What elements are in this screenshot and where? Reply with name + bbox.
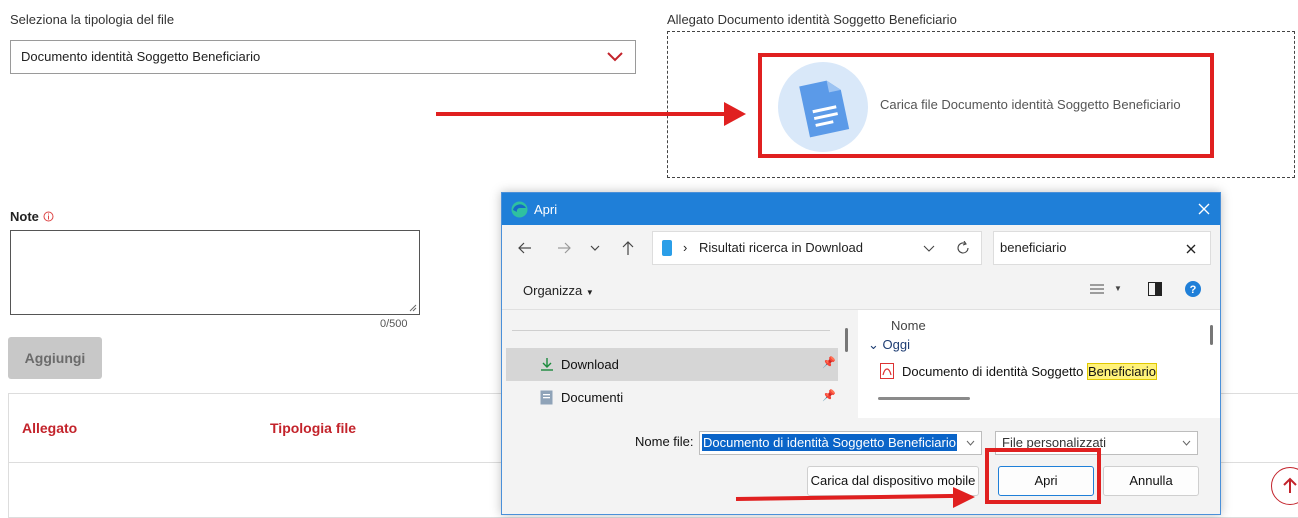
filename-label: Nome file:	[635, 434, 694, 449]
file-type-value: Documento identità Soggetto Beneficiario	[21, 49, 261, 64]
group-today-label: Oggi	[882, 337, 910, 352]
file-list-pane: Nome ⌄ Oggi Documento di identità Sogget…	[858, 310, 1220, 418]
open-file-dialog: Apri › Risultati ricerca in Download ben…	[501, 192, 1221, 515]
search-input[interactable]: beneficiario	[993, 231, 1211, 265]
clear-search-icon[interactable]	[1186, 244, 1196, 254]
upload-text[interactable]: Carica file Documento identità Soggetto …	[880, 97, 1181, 112]
view-list-icon[interactable]	[1090, 283, 1104, 295]
column-attachment: Allegato	[22, 420, 78, 436]
annotation-highlight-box	[985, 448, 1101, 504]
column-file-type: Tipologia file	[270, 420, 357, 436]
chevron-down-icon	[1182, 440, 1191, 446]
nav-scrollbar[interactable]	[845, 328, 848, 352]
organize-menu[interactable]: Organizza ▼	[523, 283, 594, 298]
refresh-icon[interactable]	[956, 241, 970, 255]
forward-icon[interactable]	[557, 241, 571, 255]
pin-icon: 📌	[822, 390, 836, 402]
dialog-navbar: › Risultati ricerca in Download benefici…	[502, 225, 1220, 270]
column-name-header[interactable]: Nome	[891, 318, 926, 333]
chevron-down-icon[interactable]	[923, 244, 935, 254]
preview-pane-icon[interactable]	[1148, 282, 1162, 296]
chevron-down-icon	[607, 52, 623, 62]
sidebar-item-label: Download	[561, 357, 619, 372]
arrow-up-icon	[1283, 477, 1297, 493]
recent-chevron-icon[interactable]	[590, 243, 600, 253]
note-label: Note	[10, 209, 54, 224]
sidebar-item-documents[interactable]: Documenti 📌	[506, 383, 838, 413]
address-bar[interactable]: › Risultati ricerca in Download	[652, 231, 982, 265]
annotation-arrowhead	[724, 102, 746, 126]
svg-text:?: ?	[1190, 284, 1197, 296]
back-icon[interactable]	[518, 241, 532, 255]
file-name: Documento di identità Soggetto Beneficia…	[902, 363, 1157, 380]
search-match-highlight: Beneficiario	[1087, 363, 1157, 380]
add-button[interactable]: Aggiungi	[8, 337, 102, 379]
file-item[interactable]: Documento di identità Soggetto Beneficia…	[878, 361, 1158, 383]
path-separator: ›	[683, 240, 688, 255]
download-icon	[541, 358, 553, 371]
file-type-select[interactable]: Documento identità Soggetto Beneficiario	[10, 40, 636, 74]
view-options-caret-icon[interactable]: ▼	[1114, 284, 1122, 293]
document-icon	[799, 80, 850, 138]
cancel-button[interactable]: Annulla	[1103, 466, 1199, 496]
address-path: Risultati ricerca in Download	[699, 240, 864, 255]
pin-icon: 📌	[822, 357, 836, 369]
attachment-label: Allegato Documento identità Soggetto Ben…	[667, 12, 957, 27]
dialog-commandbar: Organizza ▼ ▼ ?	[502, 270, 1220, 310]
pdf-icon	[880, 363, 894, 379]
documents-icon	[540, 390, 553, 405]
dialog-footer: Nome file: Documento di identità Soggett…	[502, 418, 1220, 514]
resize-handle-icon[interactable]	[409, 304, 417, 312]
navigation-pane: Download 📌 Documenti 📌	[502, 310, 858, 418]
annotation-arrow	[436, 112, 728, 116]
nav-separator	[512, 330, 830, 331]
file-name-prefix: Documento di identità Soggetto	[902, 364, 1088, 379]
dialog-title: Apri	[534, 202, 558, 217]
note-textarea[interactable]	[10, 230, 420, 315]
sidebar-item-label: Documenti	[561, 390, 624, 405]
up-icon[interactable]	[621, 240, 635, 256]
horizontal-scrollbar[interactable]	[878, 397, 970, 400]
organize-label: Organizza	[523, 283, 583, 298]
annotation-arrowhead	[953, 487, 975, 508]
note-label-text: Note	[10, 209, 39, 224]
filename-input[interactable]: Documento di identità Soggetto Beneficia…	[699, 431, 982, 455]
sidebar-item-download[interactable]: Download 📌	[506, 348, 838, 381]
filename-value: Documento di identità Soggetto Beneficia…	[702, 434, 957, 451]
close-icon[interactable]	[1198, 203, 1210, 215]
chevron-down-icon[interactable]	[966, 440, 975, 447]
group-today[interactable]: ⌄ Oggi	[868, 337, 910, 353]
upload-area[interactable]	[778, 62, 868, 152]
help-icon[interactable]: ?	[1185, 281, 1201, 297]
edge-icon	[511, 201, 528, 218]
dialog-titlebar[interactable]: Apri	[502, 193, 1220, 225]
vertical-scrollbar[interactable]	[1210, 325, 1213, 345]
file-type-label: Seleziona la tipologia del file	[10, 12, 175, 27]
search-value: beneficiario	[1000, 240, 1067, 255]
dropdown-caret-icon: ▼	[585, 288, 594, 297]
note-counter: 0/500	[380, 318, 408, 330]
search-results-icon	[662, 240, 672, 256]
info-icon	[43, 211, 54, 222]
